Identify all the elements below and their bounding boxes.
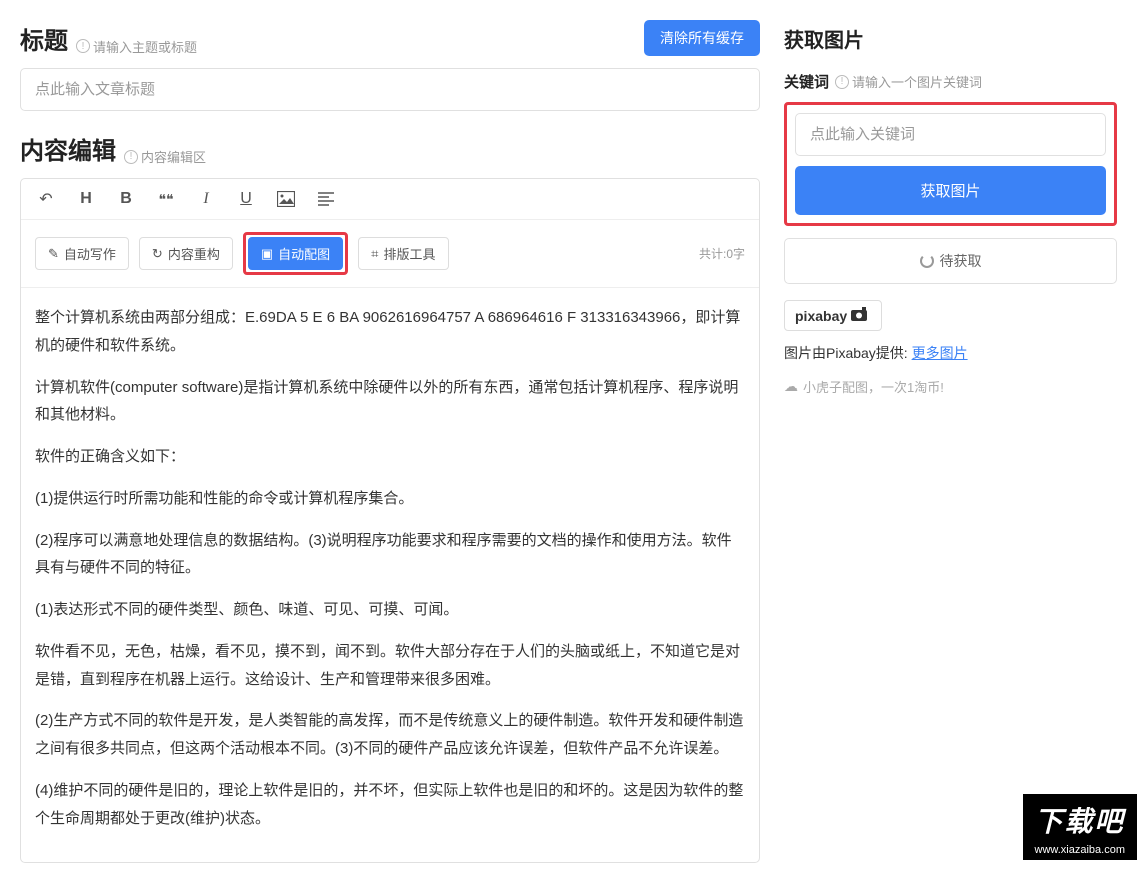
info-icon: ! — [124, 150, 138, 164]
undo-icon[interactable]: ↶ — [35, 189, 57, 209]
watermark-url: www.xiazaiba.com — [1023, 842, 1137, 860]
picture-icon: ▣ — [261, 246, 273, 262]
watermark: 下载吧 www.xiazaiba.com — [1023, 794, 1137, 860]
editor-hint: 内容编辑区 — [141, 147, 206, 166]
tip-line: ☁ 小虎子配图，一次1淘币! — [784, 377, 1117, 396]
heading-icon[interactable]: H — [75, 190, 97, 208]
content-restructure-button[interactable]: ↻ 内容重构 — [139, 237, 233, 270]
underline-icon[interactable]: U — [235, 190, 257, 208]
pencil-icon: ✎ — [48, 246, 59, 262]
refresh-icon: ↻ — [152, 246, 163, 262]
auto-image-button[interactable]: ▣ 自动配图 — [248, 237, 343, 270]
paragraph: (2)生产方式不同的软件是开发，是人类智能的高发挥，而不是传统意义上的硬件制造。… — [35, 707, 745, 763]
editor-heading: 内容编辑 — [20, 131, 116, 166]
bold-icon[interactable]: B — [115, 190, 137, 208]
clear-cache-button[interactable]: 清除所有缓存 — [644, 20, 760, 56]
auto-write-button[interactable]: ✎ 自动写作 — [35, 237, 129, 270]
paragraph: (1)表达形式不同的硬件类型、颜色、味道、可见、可摸、可闻。 — [35, 596, 745, 624]
credit-line: 图片由Pixabay提供: 更多图片 — [784, 343, 1117, 363]
more-images-link[interactable]: 更多图片 — [912, 345, 968, 361]
image-icon[interactable] — [275, 191, 297, 207]
status-pending: 待获取 — [784, 238, 1117, 284]
keyword-label: 关键词 — [784, 71, 829, 92]
keyword-highlight-frame: 获取图片 — [784, 102, 1117, 226]
title-input[interactable] — [20, 68, 760, 111]
pixabay-badge: pixabay — [784, 300, 882, 331]
keyword-input[interactable] — [795, 113, 1106, 156]
info-icon: ! — [835, 75, 849, 89]
spinner-icon — [920, 254, 934, 268]
paragraph: 整个计算机系统由两部分组成：E.69DA 5 E 6 BA 9062616964… — [35, 304, 745, 360]
layout-tool-button[interactable]: ⌗ 排版工具 — [358, 237, 448, 270]
quote-icon[interactable]: ❝❝ — [155, 191, 177, 208]
cloud-icon: ☁ — [784, 378, 798, 395]
action-toolbar: ✎ 自动写作 ↻ 内容重构 ▣ 自动配图 ⌗ 排版工具 共计:0字 — [21, 220, 759, 288]
editor-content[interactable]: 整个计算机系统由两部分组成：E.69DA 5 E 6 BA 9062616964… — [21, 288, 759, 862]
fetch-image-button[interactable]: 获取图片 — [795, 166, 1106, 215]
right-heading: 获取图片 — [784, 24, 1117, 53]
info-icon: ! — [76, 39, 90, 53]
paragraph: (2)程序可以满意地处理信息的数据结构。(3)说明程序功能要求和程序需要的文档的… — [35, 527, 745, 583]
layout-icon: ⌗ — [371, 246, 378, 262]
paragraph: (4)维护不同的硬件是旧的，理论上软件是旧的，并不坏，但实际上软件也是旧的和坏的… — [35, 777, 745, 833]
char-count: 共计:0字 — [699, 245, 745, 262]
format-toolbar: ↶ H B ❝❝ I U — [21, 179, 759, 220]
italic-icon[interactable]: I — [195, 190, 217, 208]
align-icon[interactable] — [315, 192, 337, 206]
title-heading: 标题 — [20, 21, 68, 56]
paragraph: 软件的正确含义如下： — [35, 443, 745, 471]
editor-container: ↶ H B ❝❝ I U ✎ 自动写作 ↻ — [20, 178, 760, 863]
watermark-text: 下载吧 — [1023, 794, 1137, 842]
keyword-hint: 请输入一个图片关键词 — [852, 72, 982, 91]
paragraph: 软件看不见，无色，枯燥，看不见，摸不到，闻不到。软件大部分存在于人们的头脑或纸上… — [35, 638, 745, 694]
paragraph: 计算机软件(computer software)是指计算机系统中除硬件以外的所有… — [35, 374, 745, 430]
title-header: 标题 ! 请输入主题或标题 清除所有缓存 — [20, 20, 760, 56]
title-hint: 请输入主题或标题 — [93, 37, 197, 56]
camera-icon — [851, 307, 871, 324]
highlight-frame: ▣ 自动配图 — [243, 232, 348, 275]
paragraph: (1)提供运行时所需功能和性能的命令或计算机程序集合。 — [35, 485, 745, 513]
